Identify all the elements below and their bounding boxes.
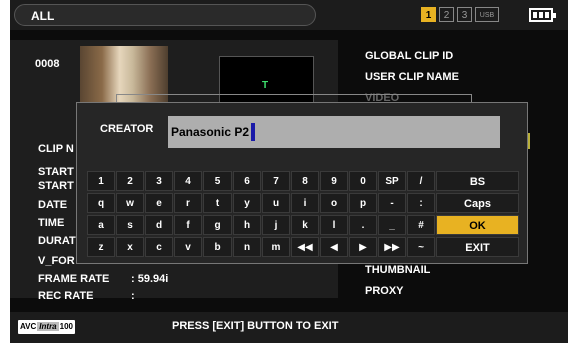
detail-label-time: TIME [38,217,65,229]
key-u[interactable]: u [262,193,290,213]
key-w[interactable]: w [116,193,144,213]
key-dot[interactable]: . [349,215,377,235]
key-p[interactable]: p [349,193,377,213]
detail-value-frame-rate: : 59.94i [131,273,169,285]
key-m[interactable]: m [262,237,290,257]
key-8[interactable]: 8 [291,171,319,191]
key-underscore[interactable]: _ [378,215,406,235]
key-q[interactable]: q [87,193,115,213]
menu-item-thumbnail[interactable]: THUMBNAIL [365,264,430,276]
card-slot-2-indicator: 2 [439,7,454,22]
codec-badge-left: AVC [20,322,37,331]
text-cursor [251,123,256,141]
key-b[interactable]: b [203,237,232,257]
key-tilde[interactable]: ~ [407,237,435,257]
key-t[interactable]: t [203,193,232,213]
detail-label-frame-rate: FRAME RATE [38,273,110,285]
key-dash[interactable]: - [378,193,406,213]
key-9[interactable]: 9 [320,171,348,191]
key-o[interactable]: o [320,193,348,213]
key-caps[interactable]: Caps [436,193,519,213]
key-forward[interactable]: ▶▶ [378,237,406,257]
key-1[interactable]: 1 [87,171,115,191]
detail-label-video-format: V_FOR [38,255,75,267]
key-sp[interactable]: SP [378,171,406,191]
key-c[interactable]: c [145,237,173,257]
creator-input-dialog: CREATOR Panasonic P2 1 2 3 4 5 6 7 8 9 0 SP / BS q w e r… [76,102,528,264]
key-j[interactable]: j [262,215,290,235]
key-n[interactable]: n [233,237,261,257]
key-3[interactable]: 3 [145,171,173,191]
key-slash[interactable]: / [407,171,435,191]
battery-icon [529,8,556,22]
key-v[interactable]: v [174,237,202,257]
detail-label-duration: DURAT [38,235,76,247]
key-ok[interactable]: OK [436,215,519,235]
codec-badge-middle: Intra [37,322,59,331]
menu-item-proxy[interactable]: PROXY [365,285,404,297]
key-0[interactable]: 0 [349,171,377,191]
key-colon[interactable]: : [407,193,435,213]
key-l[interactable]: l [320,215,348,235]
bottom-status-bar: AVC Intra 100 PRESS [EXIT] BUTTON TO EXIT [10,312,568,343]
key-y[interactable]: y [233,193,261,213]
key-z[interactable]: z [87,237,115,257]
key-hash[interactable]: # [407,215,435,235]
detail-label-clip-name: CLIP N [38,143,74,155]
creator-input-text: Panasonic P2 [171,125,250,139]
menu-item-user-clip-name[interactable]: USER CLIP NAME [365,71,459,83]
key-bs[interactable]: BS [436,171,519,191]
key-4[interactable]: 4 [174,171,202,191]
background-dialog-frame [116,94,472,102]
key-2[interactable]: 2 [116,171,144,191]
status-message: PRESS [EXIT] BUTTON TO EXIT [172,320,339,332]
key-e[interactable]: e [145,193,173,213]
codec-badge: AVC Intra 100 [18,320,75,334]
menu-item-global-clip-id[interactable]: GLOBAL CLIP ID [365,50,453,62]
key-f[interactable]: f [174,215,202,235]
key-7[interactable]: 7 [262,171,290,191]
key-h[interactable]: h [233,215,261,235]
key-g[interactable]: g [203,215,232,235]
key-a[interactable]: a [87,215,115,235]
detail-value-rec-rate: : [131,290,135,302]
detail-label-date: DATE [38,199,68,211]
key-r[interactable]: r [174,193,202,213]
camera-screen: ALL 1 2 3 USB 0008 T CLIP N START START … [10,0,568,343]
key-i[interactable]: i [291,193,319,213]
key-exit[interactable]: EXIT [436,237,519,257]
key-rewind[interactable]: ◀◀ [291,237,319,257]
usb-slot-indicator: USB [475,7,499,22]
card-slot-3-indicator: 3 [457,7,472,22]
detail-label-start-1: START [38,166,74,178]
creator-input[interactable]: Panasonic P2 [168,116,500,148]
key-6[interactable]: 6 [233,171,261,191]
key-k[interactable]: k [291,215,319,235]
key-5[interactable]: 5 [203,171,232,191]
top-status-bar: ALL 1 2 3 USB [10,0,568,30]
codec-badge-right: 100 [59,322,73,331]
key-left[interactable]: ◀ [320,237,348,257]
card-slot-1-indicator: 1 [421,7,436,22]
preview-marker: T [262,80,269,91]
clip-number: 0008 [35,58,60,70]
clip-filter-selector[interactable]: ALL [14,4,316,26]
clip-filter-label: ALL [31,9,55,23]
key-d[interactable]: d [145,215,173,235]
software-keyboard: 1 2 3 4 5 6 7 8 9 0 SP / BS q w e r t y u i o p -: Caps a s d f g h j k l… [87,171,519,260]
detail-label-rec-rate: REC RATE [38,290,94,302]
key-x[interactable]: x [116,237,144,257]
detail-label-start-2: START [38,180,74,192]
key-s[interactable]: s [116,215,144,235]
creator-label: CREATOR [100,123,154,135]
key-right[interactable]: ▶ [349,237,377,257]
